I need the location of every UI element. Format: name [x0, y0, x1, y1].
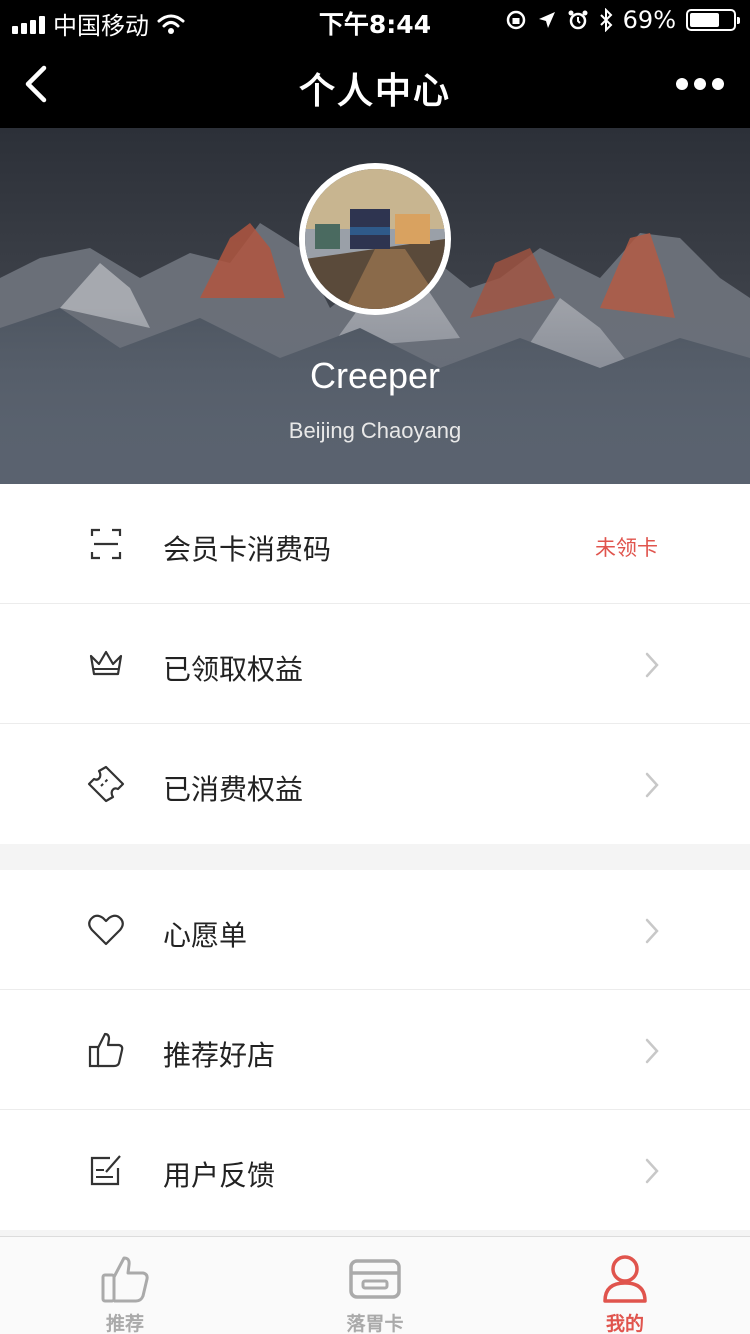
- menu-item-label: 会员卡消费码: [163, 533, 332, 566]
- profile-name: Creeper: [309, 355, 441, 396]
- edit-note-icon: [90, 1155, 121, 1186]
- location-icon: [538, 12, 555, 28]
- chevron-right-icon: [645, 918, 659, 944]
- menu-item-member-code[interactable]: 会员卡消费码 未领卡: [0, 484, 750, 604]
- chevron-right-icon: [645, 772, 659, 798]
- bluetooth-icon: [599, 8, 613, 32]
- more-dot: [712, 78, 724, 90]
- menu-group-other: 心愿单 推荐好店 用户反馈: [0, 870, 750, 1230]
- heart-icon: [88, 914, 124, 946]
- more-dot: [694, 78, 706, 90]
- chevron-right-icon: [645, 652, 659, 678]
- profile-location: Beijing Chaoyang: [288, 418, 462, 443]
- nav-bar: 个人中心: [0, 40, 750, 128]
- thumbs-up-icon: [101, 1256, 149, 1303]
- alarm-icon: [568, 10, 588, 30]
- menu-item-label: 用户反馈: [163, 1159, 276, 1192]
- menu-item-wishlist[interactable]: 心愿单: [0, 870, 750, 990]
- menu-item-label: 推荐好店: [163, 1039, 276, 1072]
- battery-icon: [686, 9, 740, 31]
- scan-frame-icon: [90, 528, 122, 560]
- chevron-right-icon: [645, 1158, 659, 1184]
- menu-item-feedback[interactable]: 用户反馈: [0, 1110, 750, 1230]
- battery-percent: 69%: [622, 6, 676, 34]
- tab-bar: 推荐 落胃卡 我的: [0, 1236, 750, 1334]
- avatar-image: [305, 169, 445, 309]
- more-dot: [676, 78, 688, 90]
- user-icon: [603, 1255, 647, 1303]
- page-title: 个人中心: [298, 71, 451, 112]
- more-button[interactable]: [676, 70, 724, 98]
- thumbs-up-icon: [88, 1032, 124, 1068]
- card-icon: [349, 1259, 401, 1299]
- chevron-right-icon: [645, 1038, 659, 1064]
- menu-item-received-benefits[interactable]: 已领取权益: [0, 604, 750, 724]
- tab-me[interactable]: 我的: [500, 1237, 750, 1334]
- battery-level: [690, 13, 719, 27]
- tab-label: 我的: [605, 1313, 644, 1334]
- profile-header: Creeper Beijing Chaoyang: [0, 128, 750, 484]
- menu-item-label: 已消费权益: [163, 773, 304, 806]
- tab-recommend[interactable]: 推荐: [0, 1237, 250, 1334]
- status-bar: 中国移动 下午8:44 69%: [0, 0, 750, 40]
- tab-card[interactable]: 落胃卡: [250, 1237, 500, 1334]
- ticket-icon: [87, 765, 125, 803]
- menu-item-recommend-shop[interactable]: 推荐好店: [0, 990, 750, 1110]
- card-status-label: 未领卡: [595, 536, 658, 560]
- menu-item-used-benefits[interactable]: 已消费权益: [0, 724, 750, 844]
- crown-icon: [89, 650, 123, 676]
- menu-item-label: 已领取权益: [163, 653, 304, 686]
- tab-label: 推荐: [105, 1313, 144, 1334]
- avatar[interactable]: [299, 163, 451, 315]
- menu-item-label: 心愿单: [163, 919, 248, 952]
- tab-label: 落胃卡: [346, 1313, 404, 1334]
- menu-group-membership: 会员卡消费码 未领卡 已领取权益 已消费权益: [0, 484, 750, 844]
- orientation-lock-icon: [506, 10, 525, 30]
